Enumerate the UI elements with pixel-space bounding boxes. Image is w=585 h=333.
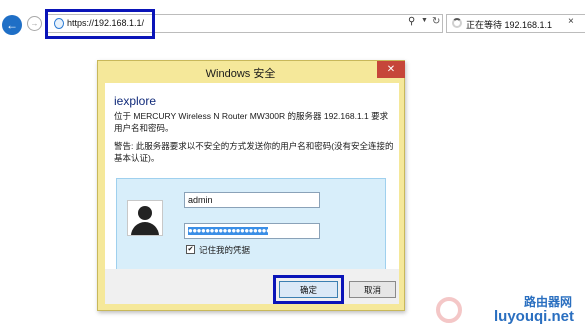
- credential-panel: admin ●●●●●●●●●●●●●●●●●●● ✔ 记住我的凭据: [116, 178, 386, 270]
- remember-checkbox[interactable]: ✔: [186, 245, 195, 254]
- tab-spinner-icon: [452, 18, 462, 28]
- username-field[interactable]: admin: [184, 192, 320, 208]
- refresh-icon[interactable]: ↻: [432, 16, 440, 27]
- password-mask: ●●●●●●●●●●●●●●●●●●●: [188, 227, 268, 235]
- user-avatar-icon: [127, 200, 163, 236]
- back-arrow-icon[interactable]: ←: [2, 15, 22, 35]
- password-field[interactable]: ●●●●●●●●●●●●●●●●●●●: [184, 223, 320, 239]
- search-icon[interactable]: ⚲: [408, 16, 415, 27]
- watermark-url: luyouqi.net: [494, 308, 574, 325]
- address-highlight-box: [45, 9, 155, 39]
- ok-button[interactable]: 确定: [279, 281, 338, 298]
- remember-label[interactable]: 记住我的凭据: [199, 244, 250, 256]
- tab-label[interactable]: 正在等待 192.168.1.1: [466, 18, 552, 31]
- cancel-button[interactable]: 取消: [349, 281, 396, 298]
- dropdown-icon[interactable]: ▼: [421, 17, 428, 24]
- dialog-close-button[interactable]: ✕: [377, 61, 405, 78]
- auth-message: 位于 MERCURY Wireless N Router MW300R 的服务器…: [114, 111, 389, 133]
- close-icon[interactable]: ×: [568, 16, 574, 27]
- windows-security-dialog: Windows 安全 ✕ iexplore 位于 MERCURY Wireles…: [97, 60, 405, 311]
- dialog-title: Windows 安全: [205, 68, 276, 80]
- watermark-logo: [436, 297, 462, 323]
- security-warning: 警告: 此服务器要求以不安全的方式发送你的用户名和密码(没有安全连接的基本认证)…: [114, 141, 394, 163]
- forward-arrow-icon[interactable]: →: [27, 16, 42, 31]
- app-name: iexplore: [114, 94, 157, 108]
